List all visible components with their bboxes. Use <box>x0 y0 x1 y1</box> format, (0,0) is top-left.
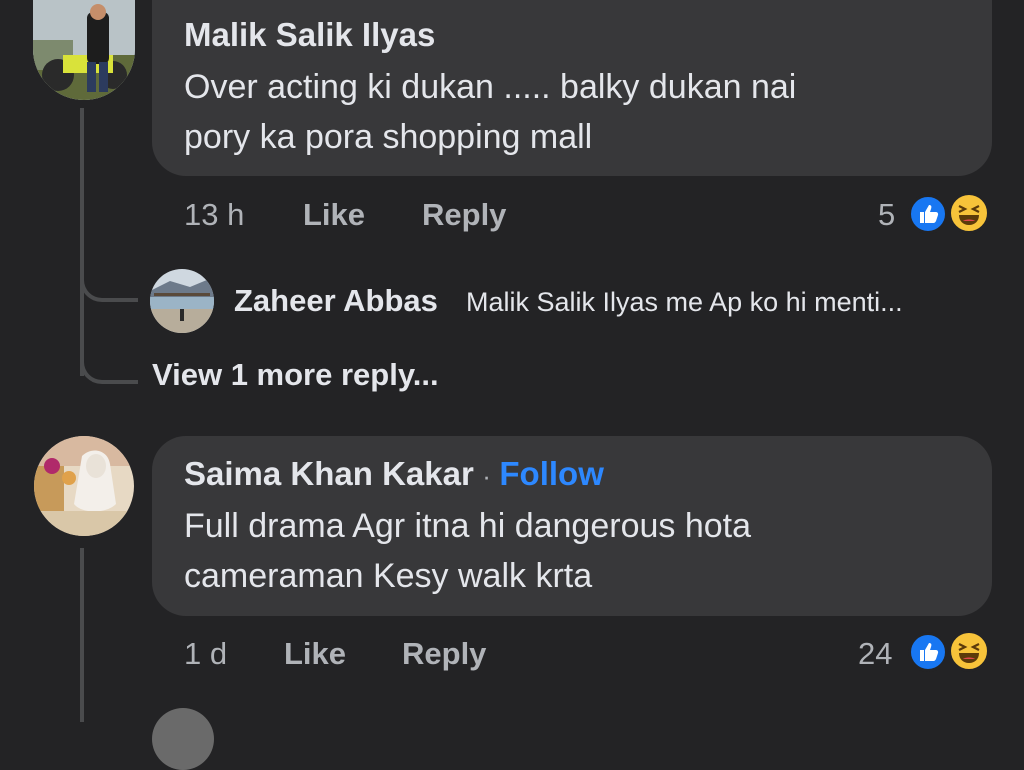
comment-text-line: pory ka pora shopping mall <box>184 118 593 156</box>
thread-branch <box>80 342 138 384</box>
comment-author[interactable]: Malik Salik Ilyas <box>184 16 435 54</box>
avatar[interactable] <box>33 0 135 100</box>
comment-text-line: Over acting ki dukan ..... balky dukan n… <box>184 68 797 106</box>
reaction-count[interactable]: 5 <box>878 197 895 233</box>
thread-branch <box>80 262 138 302</box>
reply-button[interactable]: Reply <box>402 636 486 672</box>
comment-header: Saima Khan Kakar · Follow <box>184 455 604 493</box>
reply-author[interactable]: Zaheer Abbas <box>234 283 438 319</box>
reaction-count[interactable]: 24 <box>858 636 892 672</box>
reply-avatar[interactable] <box>152 708 214 770</box>
separator-dot: · <box>482 461 491 491</box>
avatar[interactable] <box>34 436 134 536</box>
thread-line <box>80 108 84 376</box>
follow-button[interactable]: Follow <box>499 455 603 492</box>
comment-text-line: cameraman Kesy walk krta <box>184 557 593 595</box>
reply-text: Malik Salik Ilyas me Ap ko hi menti... <box>466 287 903 318</box>
haha-reaction-icon <box>948 630 990 672</box>
reply-avatar[interactable] <box>150 269 214 333</box>
haha-reaction-icon <box>948 192 990 234</box>
comment-author[interactable]: Saima Khan Kakar <box>184 455 474 492</box>
like-button[interactable]: Like <box>284 636 346 672</box>
reply-text-body: me Ap ko hi menti... <box>658 287 903 317</box>
view-more-replies-link[interactable]: View 1 more reply... <box>152 357 439 393</box>
thread-line <box>80 548 84 722</box>
reply-avatar-photo-icon <box>150 269 214 333</box>
reply-button[interactable]: Reply <box>422 197 506 233</box>
comment-text-line: Full drama Agr itna hi dangerous hota <box>184 507 752 545</box>
like-reaction-icon <box>908 194 948 234</box>
avatar-photo-icon <box>34 436 134 536</box>
like-reaction-icon <box>908 632 948 672</box>
comment-time[interactable]: 13 h <box>184 197 244 233</box>
like-button[interactable]: Like <box>303 197 365 233</box>
avatar-photo-icon <box>33 0 135 100</box>
comment-time[interactable]: 1 d <box>184 636 227 672</box>
reply-mention[interactable]: Malik Salik Ilyas <box>466 287 658 317</box>
